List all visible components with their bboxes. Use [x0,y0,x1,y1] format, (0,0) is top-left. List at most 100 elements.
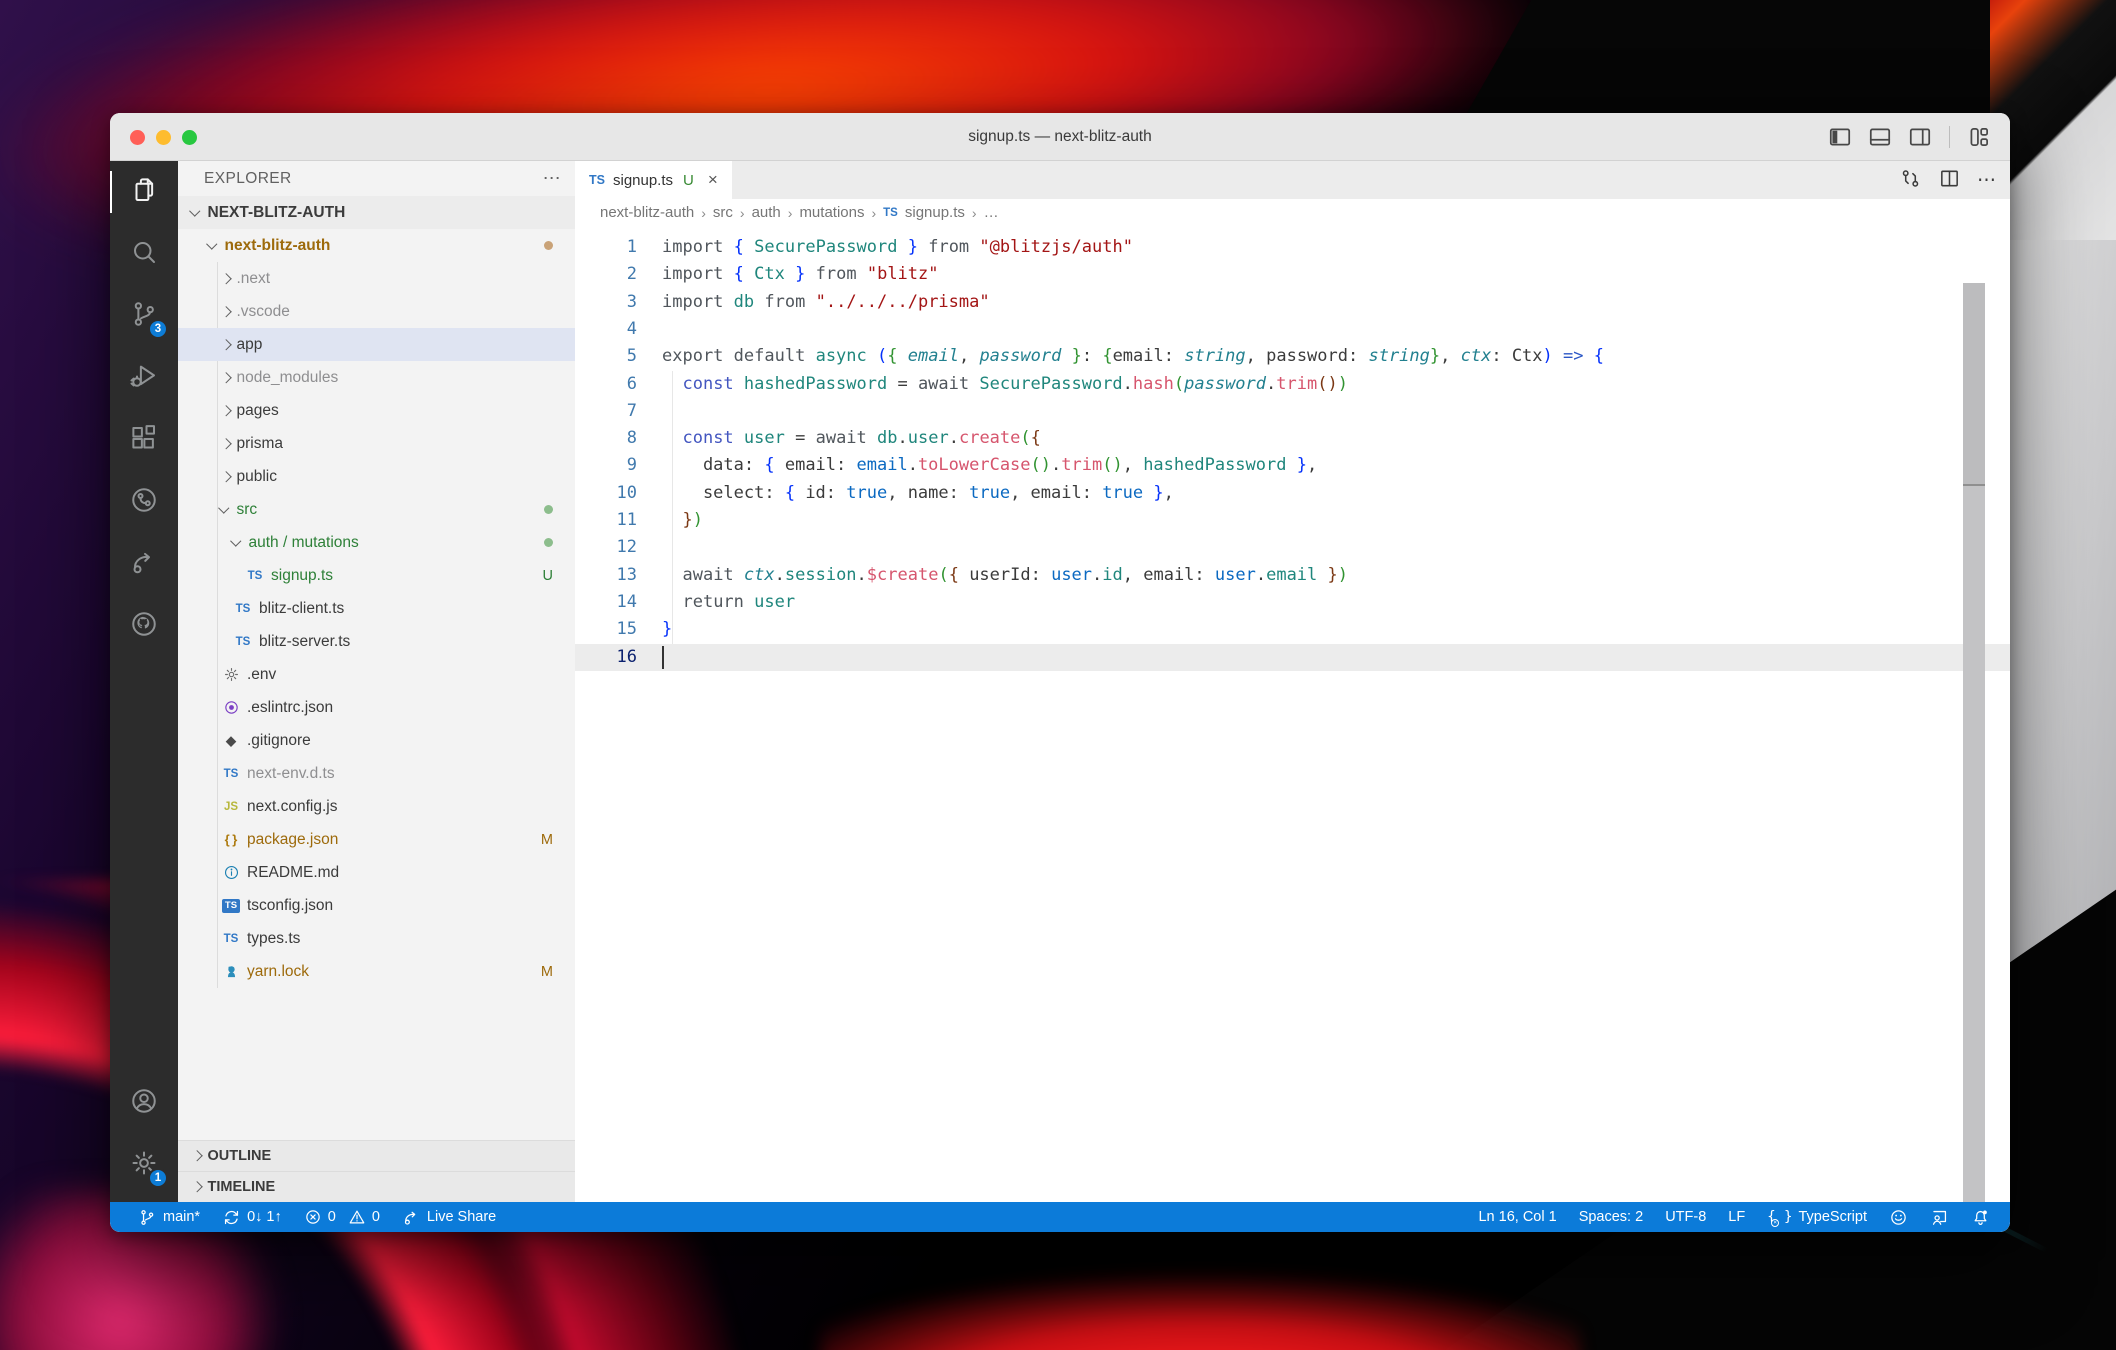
status-problems[interactable]: 00 [304,1208,380,1226]
scrollbar-thumb[interactable] [1963,283,1985,484]
tree-item-next.config.js[interactable]: JSnext.config.js [178,790,575,823]
tree-item-next-env.d.ts[interactable]: TSnext-env.d.ts [178,757,575,790]
activity-bar-item-settings[interactable]: 1 [110,1134,178,1196]
code-line-1[interactable]: 1import { SecurePassword } from "@blitzj… [575,234,2010,261]
line-number: 14 [575,589,637,616]
tree-item-app[interactable]: app [178,328,575,361]
search-icon [129,237,159,271]
tree-item-public[interactable]: public [178,460,575,493]
breadcrumb-item[interactable]: mutations [799,204,864,221]
code-line-8[interactable]: 8 const user = await db.user.create({ [575,425,2010,452]
activity-bar-item-github[interactable] [110,595,178,657]
explorer-more-actions[interactable]: ⋯ [543,168,561,189]
tree-item-pages[interactable]: pages [178,394,575,427]
code-line-7[interactable]: 7 [575,398,2010,425]
status-language-mode[interactable]: { }×TypeScript [1767,1209,1867,1225]
tree-item-node-modules[interactable]: node_modules [178,361,575,394]
code-line-11[interactable]: 11 }) [575,507,2010,534]
tree-item-src[interactable]: src [178,493,575,526]
vertical-scrollbar[interactable] [1963,283,1985,1202]
layout-panel-icon[interactable] [1867,124,1893,150]
tree-item-package.json[interactable]: { }package.jsonM [178,823,575,856]
tree-item-.eslintrc.json[interactable]: .eslintrc.json [178,691,575,724]
status-live-share[interactable]: Live Share [402,1208,496,1227]
tree-item-blitz-client.ts[interactable]: TSblitz-client.ts [178,592,575,625]
breadcrumb-item[interactable]: signup.ts [905,204,965,221]
breadcrumb-item[interactable]: auth [752,204,781,221]
breadcrumb-item[interactable]: next-blitz-auth [600,204,694,221]
open-changes-icon[interactable] [1899,167,1922,194]
code-line-5[interactable]: 5export default async ({ email, password… [575,343,2010,370]
activity-bar-item-search[interactable] [110,223,178,285]
line-number: 16 [575,644,637,671]
sidebar-section-timeline[interactable]: TIMELINE [178,1171,575,1202]
chevron-right-icon [220,339,231,350]
chevron-right-icon [220,471,231,482]
desktop-black-band [1457,0,2072,130]
code-line-12[interactable]: 12 [575,534,2010,561]
status-notifications[interactable] [1971,1208,1990,1227]
explorer-sidebar: EXPLORER ⋯ NEXT-BLITZ-AUTH next-blitz-au… [178,161,575,1202]
activity-bar-item-extensions[interactable] [110,409,178,471]
status-0-1-[interactable]: 0↓ 1↑ [222,1208,282,1227]
tree-item-.gitignore[interactable]: ◆.gitignore [178,724,575,757]
code-line-16[interactable]: 16 [575,644,2010,671]
code-line-4[interactable]: 4 [575,316,2010,343]
tree-item-blitz-server.ts[interactable]: TSblitz-server.ts [178,625,575,658]
breadcrumb-item[interactable]: … [984,204,999,221]
title-bar[interactable]: signup.ts — next-blitz-auth [110,113,2010,161]
code-line-10[interactable]: 10 select: { id: true, name: true, email… [575,480,2010,507]
workspace-header[interactable]: NEXT-BLITZ-AUTH [178,196,575,229]
tab-signup-ts[interactable]: TS signup.ts U × [575,161,732,199]
sync-icon [222,1208,241,1227]
status-eol[interactable]: LF [1728,1209,1745,1225]
split-editor-icon[interactable] [1938,167,1961,194]
tree-item-next-blitz-auth[interactable]: next-blitz-auth [178,229,575,262]
tree-item-yarn.lock[interactable]: yarn.lockM [178,955,575,988]
tree-item-readme.md[interactable]: README.md [178,856,575,889]
status-main-[interactable]: main* [138,1208,200,1227]
breadcrumb-item[interactable]: src [713,204,733,221]
status-cursor-position[interactable]: Ln 16, Col 1 [1478,1209,1556,1225]
tree-item-label: types.ts [247,930,300,948]
tree-item-signup.ts[interactable]: TSsignup.tsU [178,559,575,592]
code-line-15[interactable]: 15} [575,616,2010,643]
braces-icon: { } [220,832,242,847]
status-feedback[interactable] [1889,1208,1908,1227]
tree-item-.vscode[interactable]: .vscode [178,295,575,328]
activity-bar-item-explorer[interactable] [110,161,178,223]
status-encoding[interactable]: UTF-8 [1665,1209,1706,1225]
tree-item-.next[interactable]: .next [178,262,575,295]
tree-item-prisma[interactable]: prisma [178,427,575,460]
status-indentation[interactable]: Spaces: 2 [1579,1209,1644,1225]
activity-bar-item-live-share[interactable] [110,533,178,595]
tree-item-types.ts[interactable]: TStypes.ts [178,922,575,955]
code-line-13[interactable]: 13 await ctx.session.$create({ userId: u… [575,562,2010,589]
activity-bar-item-resource-circle[interactable] [110,471,178,533]
code-line-14[interactable]: 14 return user [575,589,2010,616]
code-line-6[interactable]: 6 const hashedPassword = await SecurePas… [575,371,2010,398]
account-icon [129,1086,159,1120]
activity-bar-item-accounts[interactable] [110,1072,178,1134]
code-text: import db from "../../../prisma" [662,289,990,316]
status-remote-user[interactable] [1930,1208,1949,1227]
layout-sidebar-right-icon[interactable] [1907,124,1933,150]
code-line-9[interactable]: 9 data: { email: email.toLowerCase().tri… [575,452,2010,479]
activity-bar-item-run-debug[interactable] [110,347,178,409]
code-editor[interactable]: 1import { SecurePassword } from "@blitzj… [575,226,2010,1202]
tree-item-auth-mutations[interactable]: auth / mutations [178,526,575,559]
tab-label: signup.ts [613,172,673,189]
activity-bar-item-source-control[interactable]: 3 [110,285,178,347]
more-actions-icon[interactable]: ⋯ [1977,169,1996,192]
code-line-3[interactable]: 3import db from "../../../prisma" [575,289,2010,316]
close-tab-icon[interactable]: × [708,170,718,190]
layout-sidebar-left-icon[interactable] [1827,124,1853,150]
sidebar-section-outline[interactable]: OUTLINE [178,1140,575,1171]
tree-item-label: .gitignore [247,732,311,750]
code-line-2[interactable]: 2import { Ctx } from "blitz" [575,261,2010,288]
customize-layout-icon[interactable] [1966,124,1992,150]
code-text: await ctx.session.$create({ userId: user… [662,562,1348,589]
tree-item-.env[interactable]: .env [178,658,575,691]
tree-item-label: .vscode [237,303,290,321]
tree-item-tsconfig.json[interactable]: TStsconfig.json [178,889,575,922]
